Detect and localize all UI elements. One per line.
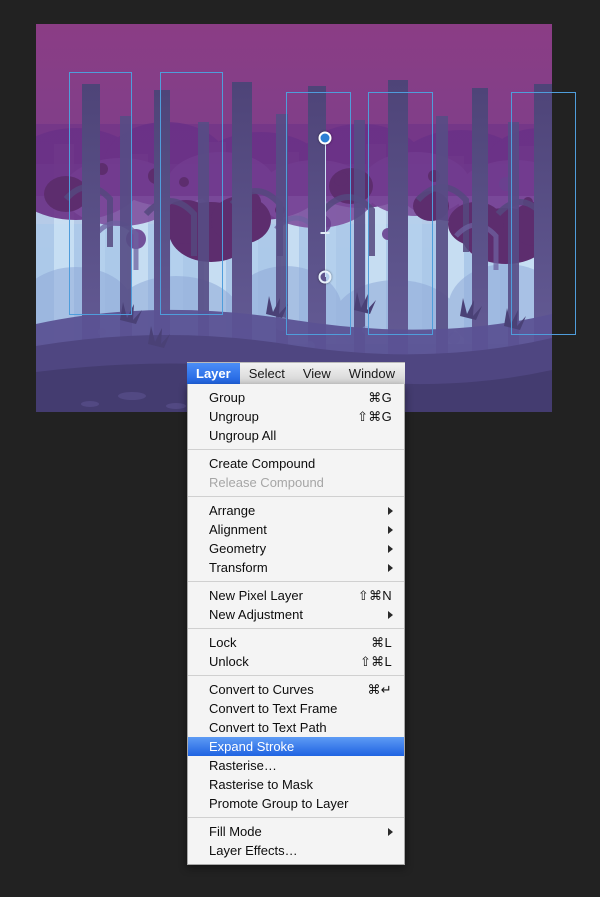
submenu-arrow-icon bbox=[388, 506, 393, 515]
menu-item-label: Expand Stroke bbox=[209, 739, 295, 754]
menubar-item-window[interactable]: Window bbox=[340, 363, 404, 384]
menu-item-create-compound[interactable]: Create Compound bbox=[188, 454, 404, 473]
menubar-item-select[interactable]: Select bbox=[240, 363, 294, 384]
menu-item-label: Release Compound bbox=[209, 475, 324, 490]
menu-item-lock[interactable]: Lock ⌘L bbox=[188, 633, 404, 652]
menu-item-rasterise[interactable]: Rasterise… bbox=[188, 756, 404, 775]
app-window: Layer Select View Window Group ⌘G Ungrou… bbox=[0, 0, 600, 897]
gradient-handle-line bbox=[325, 138, 326, 277]
menu-item-label: Convert to Text Path bbox=[209, 720, 327, 735]
menu-item-label: Rasterise to Mask bbox=[209, 777, 314, 792]
menu-item-ungroup[interactable]: Ungroup ⇧⌘G bbox=[188, 407, 404, 426]
layer-menu-dropdown[interactable]: Group ⌘G Ungroup ⇧⌘G Ungroup All Create … bbox=[187, 384, 405, 865]
menu-separator bbox=[188, 675, 404, 676]
menu-item-unlock[interactable]: Unlock ⇧⌘L bbox=[188, 652, 404, 671]
menu-item-transform[interactable]: Transform bbox=[188, 558, 404, 577]
menu-item-label: Fill Mode bbox=[209, 824, 262, 839]
submenu-arrow-icon bbox=[388, 610, 393, 619]
menu-item-label: Lock bbox=[209, 635, 237, 650]
menubar-item-layer[interactable]: Layer bbox=[187, 363, 240, 384]
menu-item-layer-effects[interactable]: Layer Effects… bbox=[188, 841, 404, 860]
menu-item-ungroup-all[interactable]: Ungroup All bbox=[188, 426, 404, 445]
gradient-handle-start-node[interactable] bbox=[318, 131, 332, 145]
menu-item-label: Alignment bbox=[209, 522, 267, 537]
menu-separator bbox=[188, 496, 404, 497]
menu-item-label: Group bbox=[209, 390, 246, 405]
menu-item-release-compound: Release Compound bbox=[188, 473, 404, 492]
menu-item-shortcut: ⇧⌘G bbox=[357, 408, 392, 424]
menu-item-shortcut: ⌘↵ bbox=[367, 681, 392, 697]
menu-item-label: Geometry bbox=[209, 541, 267, 556]
menu-item-label: Rasterise… bbox=[209, 758, 277, 773]
menu-item-shortcut: ⇧⌘L bbox=[359, 653, 392, 669]
menu-item-label: Layer Effects… bbox=[209, 843, 298, 858]
menu-item-expand-stroke[interactable]: Expand Stroke bbox=[188, 737, 404, 756]
submenu-arrow-icon bbox=[388, 827, 393, 836]
menu-item-shortcut: ⇧⌘N bbox=[357, 587, 392, 603]
menu-item-convert-to-text-frame[interactable]: Convert to Text Frame bbox=[188, 699, 404, 718]
menu-item-fill-mode[interactable]: Fill Mode bbox=[188, 822, 404, 841]
menu-item-shortcut: ⌘L bbox=[371, 634, 392, 650]
submenu-arrow-icon bbox=[388, 525, 393, 534]
menu-item-rasterise-to-mask[interactable]: Rasterise to Mask bbox=[188, 775, 404, 794]
menu-item-promote-group-to-layer[interactable]: Promote Group to Layer bbox=[188, 794, 404, 813]
menu-separator bbox=[188, 628, 404, 629]
gradient-handle-end-node[interactable] bbox=[318, 270, 332, 284]
menu-item-label: Ungroup bbox=[209, 409, 259, 424]
menu-item-label: Create Compound bbox=[209, 456, 316, 471]
menu-item-label: Arrange bbox=[209, 503, 256, 518]
submenu-arrow-icon bbox=[388, 544, 393, 553]
menubar-item-view[interactable]: View bbox=[294, 363, 340, 384]
menu-item-label: Transform bbox=[209, 560, 268, 575]
menu-item-new-pixel-layer[interactable]: New Pixel Layer ⇧⌘N bbox=[188, 586, 404, 605]
menu-item-convert-to-curves[interactable]: Convert to Curves ⌘↵ bbox=[188, 680, 404, 699]
menu-item-alignment[interactable]: Alignment bbox=[188, 520, 404, 539]
menu-item-shortcut: ⌘G bbox=[368, 389, 392, 405]
menu-separator bbox=[188, 817, 404, 818]
menu-item-label: Promote Group to Layer bbox=[209, 796, 349, 811]
menu-item-group[interactable]: Group ⌘G bbox=[188, 388, 404, 407]
menu-separator bbox=[188, 581, 404, 582]
application-menu-bar[interactable]: Layer Select View Window bbox=[187, 362, 405, 384]
menu-item-arrange[interactable]: Arrange bbox=[188, 501, 404, 520]
menu-item-label: Convert to Text Frame bbox=[209, 701, 338, 716]
menu-item-label: New Pixel Layer bbox=[209, 588, 303, 603]
menu-item-label: New Adjustment bbox=[209, 607, 303, 622]
forest-illustration bbox=[36, 24, 552, 412]
menu-item-geometry[interactable]: Geometry bbox=[188, 539, 404, 558]
document-canvas[interactable] bbox=[36, 24, 576, 412]
menu-item-label: Ungroup All bbox=[209, 428, 277, 443]
menu-item-new-adjustment[interactable]: New Adjustment bbox=[188, 605, 404, 624]
menu-item-label: Unlock bbox=[209, 654, 249, 669]
gradient-handle-midpoint-tick[interactable] bbox=[320, 232, 330, 234]
submenu-arrow-icon bbox=[388, 563, 393, 572]
menu-separator bbox=[188, 449, 404, 450]
menu-item-label: Convert to Curves bbox=[209, 682, 314, 697]
menu-item-convert-to-text-path[interactable]: Convert to Text Path bbox=[188, 718, 404, 737]
